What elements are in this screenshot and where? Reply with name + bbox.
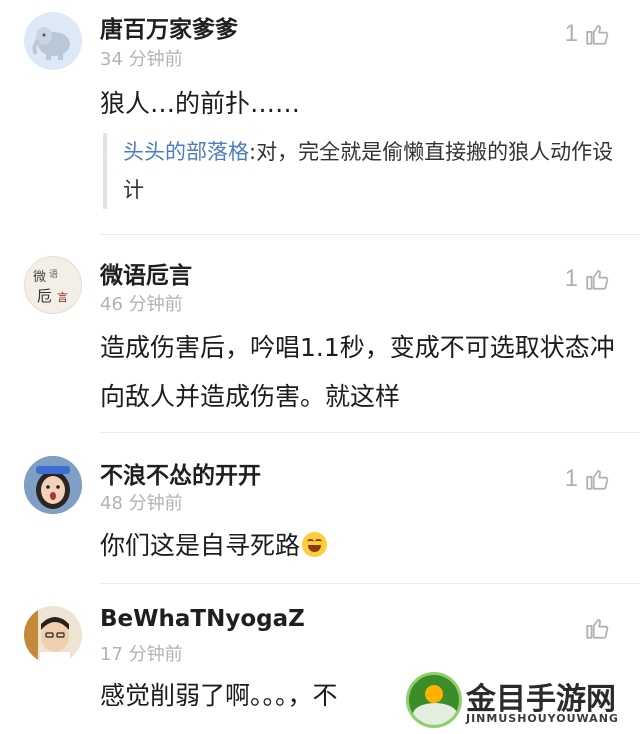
timestamp: 46 分钟前 (100, 294, 183, 315)
divider (100, 234, 640, 235)
watermark-subtitle: JINMUSHOUYOUWANG (466, 712, 619, 725)
girl-icon (24, 456, 82, 514)
like-button[interactable] (578, 615, 610, 641)
like-count: 1 (564, 20, 578, 47)
avatar[interactable] (24, 456, 82, 514)
comment-text: 造成伤害后，吟唱1.1秒，变成不可选取状态冲向敌人并造成伤害。就这样 (100, 333, 615, 411)
like-button[interactable]: 1 (565, 265, 610, 293)
divider (100, 432, 640, 433)
avatar[interactable]: 微 语 卮 言 (24, 256, 82, 314)
thumbs-up-icon (586, 270, 609, 290)
divider (100, 583, 640, 584)
svg-text:微: 微 (33, 270, 46, 285)
avatar[interactable] (24, 12, 82, 70)
comment-text: 你们这是自寻死路 (100, 521, 620, 570)
svg-text:语: 语 (49, 269, 58, 280)
calligraphy-icon: 微 语 卮 言 (33, 269, 68, 305)
boy-icon (24, 606, 82, 664)
username[interactable]: 微语卮言 (100, 256, 192, 290)
quote-author-link[interactable]: 头头的部落格 (123, 140, 249, 164)
comment-text: 狼人…的前扑…… (100, 89, 301, 118)
username[interactable]: 不浪不怂的开开 (100, 456, 261, 490)
like-button[interactable]: 1 (565, 465, 610, 493)
username[interactable]: 唐百万家爹爹 (100, 10, 238, 44)
like-count: 1 (564, 465, 578, 492)
comment-text-content: 你们这是自寻死路 (100, 531, 301, 560)
timestamp: 17 分钟前 (100, 644, 183, 665)
svg-text:卮: 卮 (37, 287, 52, 305)
laughing-tears-emoji-icon (302, 532, 328, 557)
like-button[interactable]: 1 (565, 20, 610, 48)
timestamp: 34 分钟前 (100, 49, 183, 70)
elephant-icon (32, 27, 70, 60)
site-watermark: 金目手游网 JINMUSHOUYOUWANG (400, 668, 640, 734)
watermark-logo-icon (406, 672, 462, 728)
thumbs-up-icon (586, 25, 609, 45)
quoted-reply: 头头的部落格:对，完全就是偷懒直接搬的狼人动作设计 (103, 133, 623, 209)
like-count: 1 (564, 265, 578, 292)
avatar[interactable] (24, 606, 82, 664)
svg-text:言: 言 (57, 291, 68, 304)
timestamp: 48 分钟前 (100, 493, 183, 514)
thumbs-up-icon (586, 470, 609, 490)
username[interactable]: BeWhaTNyogaZ (100, 606, 305, 632)
thumbs-up-icon (586, 619, 609, 639)
